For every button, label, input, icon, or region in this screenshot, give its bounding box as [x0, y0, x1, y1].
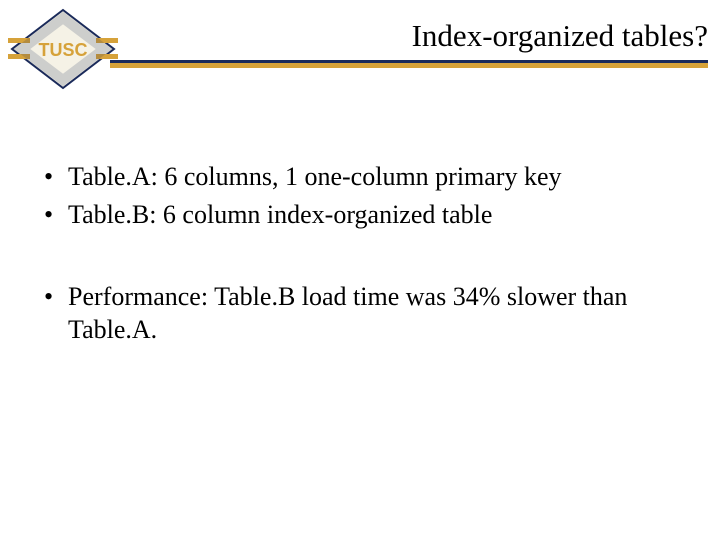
- list-item: • Performance: Table.B load time was 34%…: [40, 280, 680, 348]
- bullet-text: Table.B: 6 column index-organized table: [68, 198, 680, 232]
- bullet-dot-icon: •: [40, 280, 68, 314]
- tusc-logo: TUSC: [8, 8, 118, 95]
- list-item: • Table.B: 6 column index-organized tabl…: [40, 198, 680, 232]
- bullet-text: Performance: Table.B load time was 34% s…: [68, 280, 680, 348]
- slide-body: • Table.A: 6 columns, 1 one-column prima…: [40, 160, 680, 395]
- bullet-dot-icon: •: [40, 198, 68, 232]
- logo-text: TUSC: [39, 40, 88, 60]
- slide-header: TUSC Index-organized tables?: [0, 0, 720, 80]
- bullet-dot-icon: •: [40, 160, 68, 194]
- slide-title: Index-organized tables?: [412, 18, 708, 54]
- bullet-text: Table.A: 6 columns, 1 one-column primary…: [68, 160, 680, 194]
- bullet-group-2: • Performance: Table.B load time was 34%…: [40, 280, 680, 348]
- header-rule: [110, 60, 708, 68]
- list-item: • Table.A: 6 columns, 1 one-column prima…: [40, 160, 680, 194]
- bullet-group-1: • Table.A: 6 columns, 1 one-column prima…: [40, 160, 680, 232]
